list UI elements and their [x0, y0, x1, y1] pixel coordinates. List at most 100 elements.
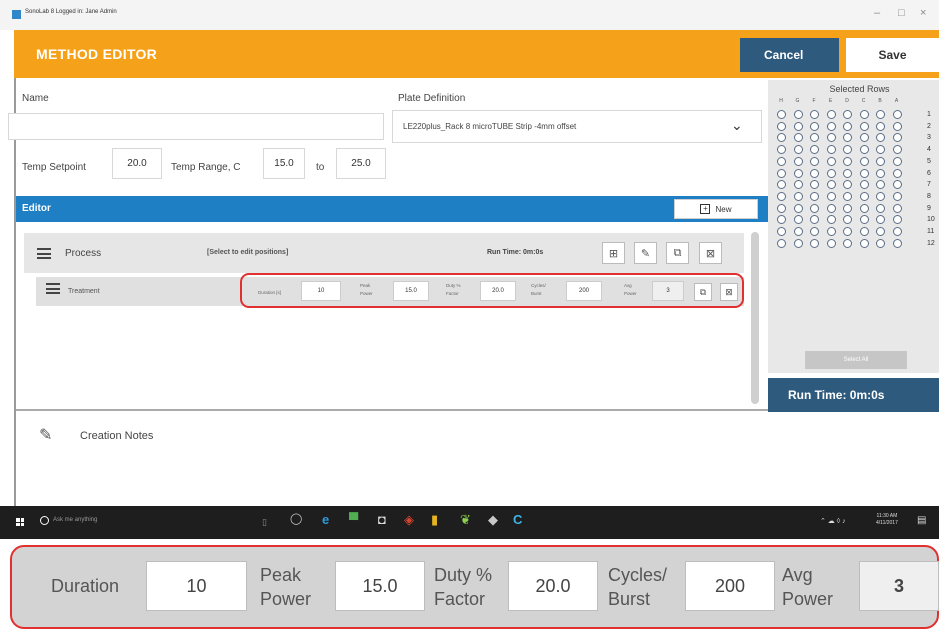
well-circle[interactable] — [793, 238, 803, 248]
temp-setpoint-input[interactable]: 20.0 — [112, 148, 162, 179]
well-circle[interactable] — [843, 203, 852, 213]
plate-column-label[interactable]: G — [793, 98, 803, 104]
creation-notes-area[interactable] — [16, 411, 939, 503]
well-circle[interactable] — [876, 191, 885, 201]
well-circle[interactable] — [859, 238, 869, 248]
well-circle[interactable] — [843, 191, 852, 201]
minimize-button[interactable]: – — [874, 8, 880, 19]
app-icon[interactable]: ▮ — [431, 513, 438, 526]
well-circle[interactable] — [859, 145, 869, 155]
well-circle[interactable] — [859, 180, 869, 190]
well-circle[interactable] — [826, 180, 836, 190]
well-circle[interactable] — [810, 203, 819, 213]
drag-handle-icon[interactable] — [46, 283, 60, 294]
well-circle[interactable] — [793, 227, 803, 236]
well-circle[interactable] — [859, 110, 869, 119]
plate-column-label[interactable]: D — [842, 98, 852, 104]
well-circle[interactable] — [777, 191, 786, 201]
well-circle[interactable] — [793, 145, 803, 155]
new-button[interactable]: + New — [674, 199, 758, 219]
well-circle[interactable] — [876, 168, 885, 178]
well-circle[interactable] — [843, 121, 852, 131]
taskbar-clock[interactable]: 11:30 AM 4/11/2017 — [876, 513, 898, 527]
well-circle[interactable] — [892, 133, 902, 143]
well-circle[interactable] — [876, 238, 885, 248]
cancel-button[interactable]: Cancel — [740, 38, 839, 72]
well-circle[interactable] — [810, 121, 819, 131]
well-circle[interactable] — [859, 168, 869, 178]
well-circle[interactable] — [826, 215, 836, 225]
plate-column-label[interactable]: C — [859, 98, 869, 104]
well-circle[interactable] — [876, 110, 885, 119]
well-circle[interactable] — [843, 110, 852, 119]
app-icon[interactable]: ▀ — [349, 513, 358, 526]
well-circle[interactable] — [859, 121, 869, 131]
taskbar-search[interactable]: Ask me anything — [53, 517, 97, 523]
microphone-icon[interactable]: ▯ — [262, 516, 267, 529]
well-circle[interactable] — [859, 191, 869, 201]
zoom-duty-factor-input[interactable]: 20.0 — [508, 561, 598, 611]
well-circle[interactable] — [892, 121, 902, 131]
well-circle[interactable] — [826, 133, 836, 143]
well-circle[interactable] — [892, 156, 902, 166]
plate-row-label[interactable]: 5 — [927, 158, 931, 165]
well-circle[interactable] — [810, 191, 819, 201]
app-icon[interactable]: ◆ — [488, 513, 498, 526]
plate-row-label[interactable]: 2 — [927, 123, 931, 130]
plate-column-label[interactable]: F — [809, 98, 819, 104]
well-circle[interactable] — [859, 156, 869, 166]
add-step-icon[interactable]: ⊞ — [602, 242, 625, 264]
plate-column-label[interactable]: E — [826, 98, 836, 104]
close-button[interactable]: × — [920, 8, 926, 19]
plate-row-label[interactable]: 9 — [927, 205, 931, 212]
well-circle[interactable] — [810, 227, 819, 236]
well-circle[interactable] — [826, 110, 836, 119]
well-circle[interactable] — [876, 227, 885, 236]
well-circle[interactable] — [843, 156, 852, 166]
well-circle[interactable] — [810, 110, 819, 119]
temp-range-min-input[interactable]: 15.0 — [263, 148, 305, 179]
plate-definition-select[interactable]: LE220plus_Rack 8 microTUBE Strip -4mm of… — [392, 110, 762, 143]
well-circle[interactable] — [793, 215, 803, 225]
plate-row-label[interactable]: 4 — [927, 146, 931, 153]
app-icon[interactable]: ❦ — [460, 513, 471, 526]
plate-row-label[interactable]: 10 — [927, 216, 935, 223]
store-icon[interactable]: ◘ — [378, 513, 386, 526]
select-all-button[interactable]: Select All — [805, 351, 907, 369]
plate-row-label[interactable]: 12 — [927, 240, 935, 247]
well-circle[interactable] — [793, 180, 803, 190]
well-circle[interactable] — [793, 133, 803, 143]
shield-icon[interactable]: ◈ — [404, 513, 414, 526]
temp-range-max-input[interactable]: 25.0 — [336, 148, 386, 179]
plate-row-label[interactable]: 7 — [927, 181, 931, 188]
zoom-duration-input[interactable]: 10 — [146, 561, 247, 611]
editor-scrollbar[interactable] — [751, 232, 759, 404]
zoom-cycles-burst-input[interactable]: 200 — [685, 561, 775, 611]
sonolab-app-icon[interactable]: C — [513, 513, 522, 526]
plate-row-label[interactable]: 11 — [927, 228, 934, 235]
well-circle[interactable] — [826, 238, 836, 248]
well-circle[interactable] — [793, 168, 803, 178]
copy-icon[interactable]: ⧉ — [666, 242, 689, 264]
maximize-button[interactable]: □ — [898, 8, 905, 19]
plate-row-label[interactable]: 1 — [927, 111, 931, 118]
well-circle[interactable] — [826, 168, 836, 178]
plate-row-label[interactable]: 6 — [927, 170, 931, 177]
well-circle[interactable] — [793, 110, 803, 119]
well-circle[interactable] — [826, 227, 836, 236]
well-circle[interactable] — [892, 110, 902, 119]
well-circle[interactable] — [793, 203, 803, 213]
well-circle[interactable] — [777, 156, 786, 166]
well-circle[interactable] — [843, 227, 852, 236]
drag-handle-icon[interactable] — [37, 248, 51, 259]
name-input[interactable] — [8, 113, 384, 140]
well-circle[interactable] — [843, 168, 852, 178]
cortana-icon[interactable] — [40, 516, 49, 525]
well-circle[interactable] — [892, 145, 902, 155]
windows-start-icon[interactable] — [16, 518, 24, 526]
plate-column-label[interactable]: H — [776, 98, 786, 104]
well-circle[interactable] — [826, 156, 836, 166]
plate-row-label[interactable]: 3 — [927, 134, 931, 141]
well-circle[interactable] — [843, 238, 852, 248]
well-circle[interactable] — [892, 180, 902, 190]
